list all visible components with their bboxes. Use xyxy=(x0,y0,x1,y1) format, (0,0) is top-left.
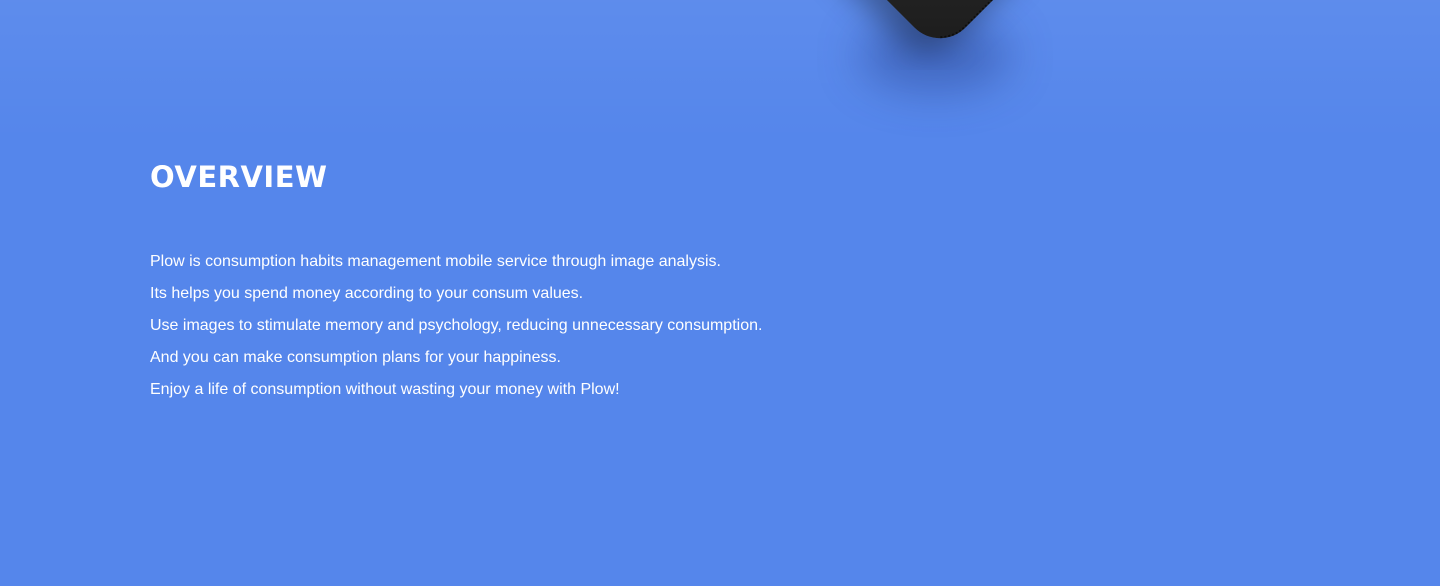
phone-mockup xyxy=(760,0,1100,70)
overview-line: Enjoy a life of consumption without wast… xyxy=(150,381,620,398)
overview-line: Use images to stimulate memory and psych… xyxy=(150,317,763,334)
overview-title: OVERVIEW xyxy=(150,160,328,194)
overview-body: Plow is consumption habits management mo… xyxy=(150,246,910,406)
overview-line: Its helps you spend money according to y… xyxy=(150,285,584,302)
overview-line: And you can make consumption plans for y… xyxy=(150,349,561,366)
top-gradient xyxy=(0,0,1440,140)
overview-line: Plow is consumption habits management mo… xyxy=(150,253,721,270)
phone-mockup-icon xyxy=(826,0,1054,54)
